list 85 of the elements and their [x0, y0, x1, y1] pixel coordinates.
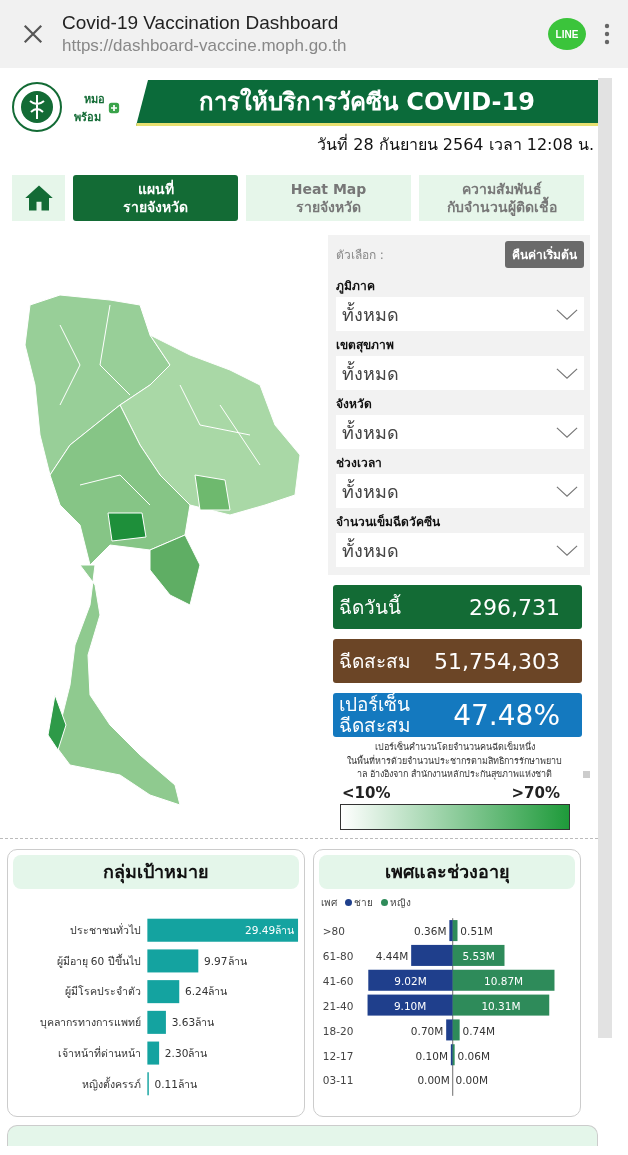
menu-icon[interactable] [604, 22, 610, 46]
tab[interactable]: ความสัมพันธ์ กับจำนวนผู้ติดเชื้อ [419, 175, 584, 221]
category-label: 03-11 [322, 1073, 354, 1086]
chevron-icon [556, 426, 578, 438]
chevron-icon [556, 485, 578, 497]
category-label: 41-60 [322, 974, 354, 987]
bar-label: 29.49ล้าน [245, 923, 295, 936]
emblem-icon [12, 82, 62, 132]
filter-title: ตัวเลือก : [336, 247, 384, 264]
category-label: 12-17 [322, 1049, 354, 1062]
page-title: Covid-19 Vaccination Dashboard [62, 12, 340, 34]
filter-label: จังหวัด [336, 396, 373, 413]
legend-label: >70% [511, 783, 560, 802]
tab[interactable]: แผนที่ รายจังหวัด [73, 175, 238, 221]
resize-handle[interactable] [583, 770, 590, 778]
legend-label: ชาย [354, 895, 373, 910]
bar-label: 0.00M [417, 1073, 450, 1086]
bar-label: 6.24ล้าน [185, 985, 228, 997]
bar-label: 10.87M [484, 974, 524, 987]
bar-label: 0.10M [415, 1049, 448, 1062]
dropdown[interactable]: ทั้งหมด [336, 474, 584, 508]
legend-title: เพศ [321, 895, 337, 910]
category-label: 18-20 [322, 1024, 354, 1037]
home-tab[interactable] [12, 175, 65, 221]
page-url: https://dashboard-vaccine.moph.go.th [62, 36, 348, 56]
dropdown[interactable]: ทั้งหมด [336, 297, 584, 331]
card-title: กลุ่มเป้าหมาย [103, 860, 209, 886]
category-label: ประชาชนทั่วไป [69, 923, 141, 936]
category-label: บุคลากรทางการแพทย์ [39, 1015, 141, 1028]
category-label: หญิงตั้งครรภ์ [81, 1077, 141, 1090]
filter-label: ช่วงเวลา [336, 455, 383, 472]
dropdown[interactable]: ทั้งหมด [336, 356, 584, 390]
stat-value: 51,754,303 [434, 648, 560, 674]
stat-label: ฉีดวันนี้ [339, 596, 401, 618]
stat-label: เปอร์เซ็น ฉีดสะสม [339, 694, 411, 736]
filter-label: ภูมิภาค [336, 278, 376, 295]
dropdown[interactable]: ทั้งหมด [336, 533, 584, 567]
footnote: เปอร์เซ็นคำนวนโดยจำนวนคนฉีดเข็มหนึ่ง ในพื้นที่หารด้วยจำนวนประชากรตามสิทธิการรักษาพยาบ าล อ้างอิงจาก สำนักงานหลักประกันสุขภาพแห่งชาติ [346, 741, 563, 782]
dropdown[interactable]: ทั้งหมด [336, 415, 584, 449]
card-title: เพศและช่วงอายุ [384, 860, 510, 886]
category-label: เจ้าหน้าที่ด่านหน้า [57, 1046, 141, 1059]
close-icon[interactable] [22, 23, 44, 45]
category-label: 61-80 [322, 949, 354, 962]
bar [147, 1041, 160, 1065]
filter-label: เขตสุขภาพ [336, 337, 395, 354]
bar-label: 4.44M [375, 949, 409, 962]
stat-value: 47.48% [453, 698, 560, 732]
title-banner: การให้บริการวัคซีน COVID-19 [136, 80, 598, 126]
logo: หมอ พร้อม [74, 80, 124, 126]
bar-label: 10.31M [481, 999, 521, 1012]
bar-label: 9.10M [393, 999, 427, 1012]
bar [147, 948, 199, 972]
bar-label: 0.11ล้าน [154, 1077, 198, 1090]
bar-label: 0.51M [460, 924, 493, 937]
bar-label: 3.63ล้าน [171, 1015, 215, 1028]
bar [147, 979, 180, 1003]
bar-label: 0.70M [410, 1024, 444, 1037]
bar [452, 944, 505, 966]
category-label: ผู้มีโรคประจำตัว [64, 985, 141, 997]
chevron-icon [556, 367, 578, 379]
bar-label: 5.53M [462, 949, 495, 962]
scrollbar[interactable] [598, 78, 612, 1038]
bar [411, 944, 453, 966]
bar [147, 1010, 166, 1034]
bar-label: 0.74M [462, 1024, 495, 1037]
legend-label: <10% [342, 783, 391, 802]
stat-label: ฉีดสะสม [339, 650, 411, 672]
chevron-icon [556, 308, 578, 320]
bar-label: 9.02M [394, 974, 427, 987]
bar-label: 0.06M [457, 1049, 490, 1062]
bar-label: 9.97ล้าน [204, 954, 247, 967]
category-label: >80 [322, 924, 345, 937]
stat-value: 296,731 [469, 594, 560, 620]
chevron-icon [556, 544, 578, 556]
category-label: 21-40 [322, 999, 354, 1012]
bar-label: 2.30ล้าน [164, 1046, 208, 1059]
category-label: ผู้มีอายุ 60 ปีขึ้นไป [56, 954, 141, 967]
filter-label: จำนวนเข็มฉีดวัคซีน [336, 513, 441, 531]
reset-button[interactable]: คืนค่าเริ่มต้น [505, 241, 584, 268]
tab[interactable]: Heat Map รายจังหวัด [246, 175, 411, 221]
bar-label: 0.36M [414, 924, 447, 937]
home-icon [23, 183, 54, 213]
update-time: วันที่ 28 กันยายน 2564 เวลา 12:08 น. [317, 133, 595, 156]
legend-label: หญิง [390, 895, 411, 910]
bar-label: 0.00M [455, 1073, 489, 1086]
